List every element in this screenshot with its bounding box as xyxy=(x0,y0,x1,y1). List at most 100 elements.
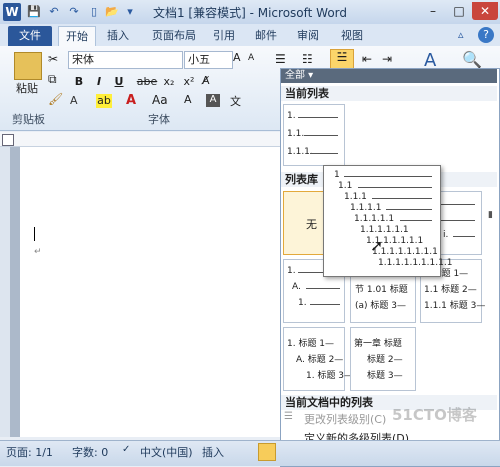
current-list-tile[interactable]: 1. 1.1. 1.1.1. xyxy=(283,104,345,166)
list-library-tile-5[interactable]: 1. 标题 1— A. 标题 2— 1. 标题 3— xyxy=(283,327,353,391)
char-border-icon[interactable]: A xyxy=(206,94,220,107)
paragraph-mark-icon: ↵ xyxy=(34,247,42,257)
status-language[interactable]: 中文(中国) xyxy=(140,444,193,460)
tile-line xyxy=(304,135,338,136)
preview-line xyxy=(400,220,432,221)
horizontal-ruler[interactable] xyxy=(0,132,282,147)
tile-line xyxy=(453,236,475,237)
tab-selector-icon[interactable] xyxy=(2,134,14,146)
none-label: 无 xyxy=(306,218,317,231)
tile-text: 1.1. xyxy=(287,129,305,139)
preview-level-4: 1.1.1.1 xyxy=(350,203,382,213)
tile-text: 标题 2— xyxy=(367,355,403,365)
preview-level-1: 1 xyxy=(334,170,340,180)
mouse-pointer-icon: ➚ xyxy=(370,236,384,255)
format-painter-icon[interactable]: 🖌 xyxy=(48,92,63,106)
tab-file[interactable]: 文件 xyxy=(8,26,52,46)
tile-line xyxy=(310,153,338,154)
minimize-ribbon-icon[interactable]: ▵ xyxy=(458,28,472,42)
tile-line xyxy=(306,288,340,289)
font-size-combo[interactable]: 小五 xyxy=(184,51,233,69)
clear-formatting-icon[interactable]: A̸ xyxy=(202,74,210,87)
preview-line xyxy=(372,198,432,199)
menu-change-level: 更改列表级别(C) xyxy=(304,413,387,426)
status-mode[interactable]: 插入 xyxy=(202,444,224,460)
list-library-tile-6[interactable]: 第一章 标题 标题 2— 标题 3— xyxy=(350,327,416,391)
tile-text: (a) 标题 3— xyxy=(355,301,406,311)
current-list-title: 当前列表 xyxy=(281,86,497,101)
subscript-button[interactable]: x₂ xyxy=(160,74,178,90)
gallery-scroll-icon[interactable]: ▮ xyxy=(488,210,493,220)
tile-text: 1.1.1 标题 3— xyxy=(424,301,486,311)
restore-button[interactable]: □ xyxy=(446,2,472,20)
watermark: 51CTO博客 xyxy=(392,406,477,424)
tile-text: 第一章 标题 xyxy=(354,339,402,349)
group-label-font: 字体 xyxy=(148,113,170,126)
document-page[interactable]: ↵ xyxy=(20,147,282,437)
preview-level-5: 1.1.1.1.1 xyxy=(354,214,395,224)
tab-page-layout[interactable]: 页面布局 xyxy=(146,26,202,46)
tile-text: 1. xyxy=(287,266,296,276)
tab-mailings[interactable]: 邮件 xyxy=(250,26,282,46)
status-words[interactable]: 字数: 0 xyxy=(72,444,108,460)
numbering-icon[interactable]: ☷ xyxy=(302,52,313,66)
italic-button[interactable]: I xyxy=(90,74,108,90)
preview-line xyxy=(344,176,432,177)
tile-text: A. 标题 2— xyxy=(296,355,344,365)
tile-text: 1. xyxy=(298,298,307,308)
close-button[interactable]: ✕ xyxy=(472,2,498,20)
tile-text: 1. 标题 1— xyxy=(287,339,335,349)
tab-review[interactable]: 审阅 xyxy=(292,26,324,46)
tab-home[interactable]: 开始 xyxy=(58,26,96,47)
preview-level-9: 1.1.1.1.1.1.1.1.1 xyxy=(378,258,453,268)
change-case-icon[interactable]: Aa xyxy=(152,93,168,107)
tile-line xyxy=(435,220,475,221)
cut-icon[interactable]: ✂ xyxy=(48,52,58,66)
change-level-icon: ☰ xyxy=(284,411,293,422)
tile-text: i. xyxy=(443,230,449,240)
increase-indent-icon[interactable]: ⇥ xyxy=(382,52,392,66)
grow-font-icon[interactable]: A xyxy=(233,51,241,64)
underline-button[interactable]: U xyxy=(110,74,128,90)
char-shading-icon[interactable]: A xyxy=(184,93,192,106)
superscript-button[interactable]: x² xyxy=(180,74,198,90)
preview-level-6: 1.1.1.1.1.1 xyxy=(360,225,409,235)
tile-text: 1. 标题 3— xyxy=(306,371,354,381)
highlight-icon[interactable]: ab xyxy=(96,94,112,108)
tab-insert[interactable]: 插入 xyxy=(100,26,136,46)
preview-line xyxy=(358,187,432,188)
status-page[interactable]: 页面: 1/1 xyxy=(6,444,53,460)
tab-references[interactable]: 引用 xyxy=(208,26,240,46)
tile-line xyxy=(310,304,340,305)
font-name-combo[interactable]: 宋体 xyxy=(68,51,183,69)
paste-label[interactable]: 粘贴 xyxy=(8,80,46,96)
font-color-icon[interactable]: A xyxy=(126,93,136,108)
copy-icon[interactable]: ⧉ xyxy=(48,72,57,87)
preview-level-3: 1.1.1 xyxy=(344,192,367,202)
tile-line xyxy=(298,117,338,118)
help-icon[interactable]: ? xyxy=(478,27,494,43)
preview-level-2: 1.1 xyxy=(338,181,353,191)
proofing-icon[interactable]: ✓ xyxy=(122,444,130,455)
bullets-icon[interactable]: ☰ xyxy=(275,52,286,66)
group-label-clipboard: 剪贴板 xyxy=(12,113,45,126)
tile-text: 标题 3— xyxy=(367,371,403,381)
print-layout-view-icon[interactable] xyxy=(258,443,276,461)
vertical-ruler[interactable] xyxy=(0,147,10,437)
paste-icon[interactable] xyxy=(14,52,42,80)
tile-text: 1. xyxy=(287,111,296,121)
list-preview-popup: 1 1.1 1.1.1 1.1.1.1 1.1.1.1.1 1.1.1.1.1.… xyxy=(323,165,452,277)
tile-text: 1.1.1. xyxy=(287,147,313,157)
gallery-filter[interactable]: 全部 ▾ xyxy=(281,69,497,83)
decrease-indent-icon[interactable]: ⇤ xyxy=(362,52,372,66)
tab-view[interactable]: 视图 xyxy=(336,26,368,46)
phonetic-icon[interactable]: 文 xyxy=(230,93,241,109)
tile-text: 节 1.01 标题 xyxy=(355,285,408,295)
strikethrough-button[interactable]: abe xyxy=(136,74,158,90)
bold-button[interactable]: B xyxy=(70,74,88,90)
ribbon-tabs: 文件 开始 插入 页面布局 引用 邮件 审阅 视图 ▵ ? xyxy=(0,24,500,47)
minimize-button[interactable]: – xyxy=(420,2,446,20)
shrink-font-icon[interactable]: A xyxy=(248,53,254,63)
tile-text: A. xyxy=(292,282,301,292)
text-effects-icon[interactable]: A xyxy=(70,94,84,108)
